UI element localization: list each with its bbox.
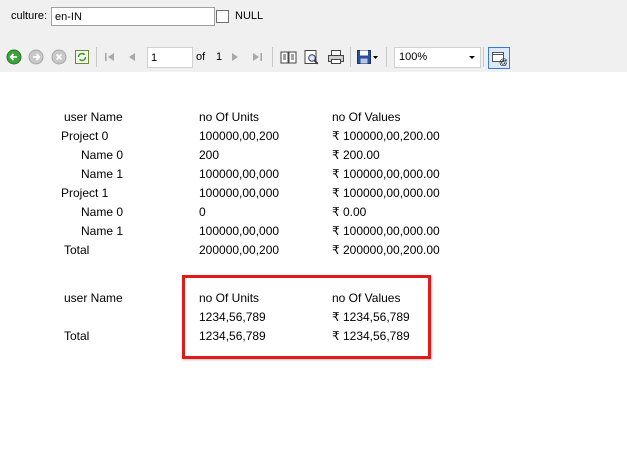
- stop-icon[interactable]: [51, 48, 67, 66]
- report-body: user Name no Of Units no Of Values Proje…: [0, 72, 627, 457]
- total-label: Total: [64, 243, 90, 257]
- toolbar-separator: [350, 47, 351, 67]
- toolbar-separator: [272, 47, 273, 67]
- chevron-down-icon: [469, 56, 475, 59]
- print-icon[interactable]: [327, 48, 345, 66]
- back-icon[interactable]: [6, 48, 22, 66]
- toolbar-separator: [386, 47, 387, 67]
- zoom-select[interactable]: 100%: [394, 47, 481, 68]
- column-header: user Name: [64, 110, 123, 124]
- highlight-box: [182, 275, 431, 359]
- previous-page-icon[interactable]: [125, 48, 139, 66]
- report-toolbar: of 1 100% @: [0, 42, 627, 73]
- zoom-value: 100%: [399, 51, 428, 63]
- null-checkbox[interactable]: [216, 10, 229, 23]
- refresh-icon[interactable]: [74, 48, 90, 66]
- row-name: Name 0: [81, 148, 124, 162]
- row-units: 100000,00,000: [199, 186, 280, 200]
- culture-input[interactable]: [51, 7, 215, 26]
- row-values: ₹ 200.00: [332, 148, 380, 162]
- row-name: Project 0: [61, 129, 109, 143]
- row-name: Name 0: [81, 205, 124, 219]
- row-values: ₹ 0.00: [332, 205, 367, 219]
- row-values: ₹ 100000,00,000.00: [332, 167, 440, 181]
- svg-text:@: @: [499, 57, 507, 66]
- first-page-icon[interactable]: [103, 48, 117, 66]
- last-page-icon[interactable]: [250, 48, 264, 66]
- forward-icon[interactable]: [28, 48, 44, 66]
- column-header: no Of Units: [199, 110, 260, 124]
- row-values: ₹ 100000,00,000.00: [332, 186, 440, 200]
- export-icon[interactable]: [356, 48, 380, 66]
- total-label: Total: [64, 329, 90, 343]
- row-units: 0: [199, 205, 206, 219]
- toolbar-separator: [96, 47, 97, 67]
- row-name: Name 1: [81, 224, 124, 238]
- document-map-icon[interactable]: [280, 48, 298, 66]
- culture-label: culture:: [11, 10, 48, 22]
- row-units: 100000,00,200: [199, 129, 280, 143]
- page-number-input[interactable]: [147, 47, 193, 68]
- email-icon[interactable]: @: [488, 47, 510, 69]
- toolbar-separator: [483, 47, 484, 67]
- print-layout-icon[interactable]: [303, 48, 321, 66]
- row-units: 100000,00,000: [199, 224, 280, 238]
- row-units: 100000,00,000: [199, 167, 280, 181]
- next-page-icon[interactable]: [228, 48, 242, 66]
- total-units: 200000,00,200: [199, 243, 280, 257]
- row-name: Name 1: [81, 167, 124, 181]
- row-values: ₹ 100000,00,200.00: [332, 129, 440, 143]
- of-label: of: [196, 51, 206, 63]
- null-label: NULL: [235, 10, 264, 22]
- column-header: no Of Values: [332, 110, 401, 124]
- total-values: ₹ 200000,00,200.00: [332, 243, 440, 257]
- parameters-bar: culture: NULL: [0, 0, 627, 42]
- row-units: 200: [199, 148, 220, 162]
- row-name: Project 1: [61, 186, 109, 200]
- column-header: user Name: [64, 291, 123, 305]
- row-values: ₹ 100000,00,000.00: [332, 224, 440, 238]
- total-pages: 1: [216, 51, 223, 63]
